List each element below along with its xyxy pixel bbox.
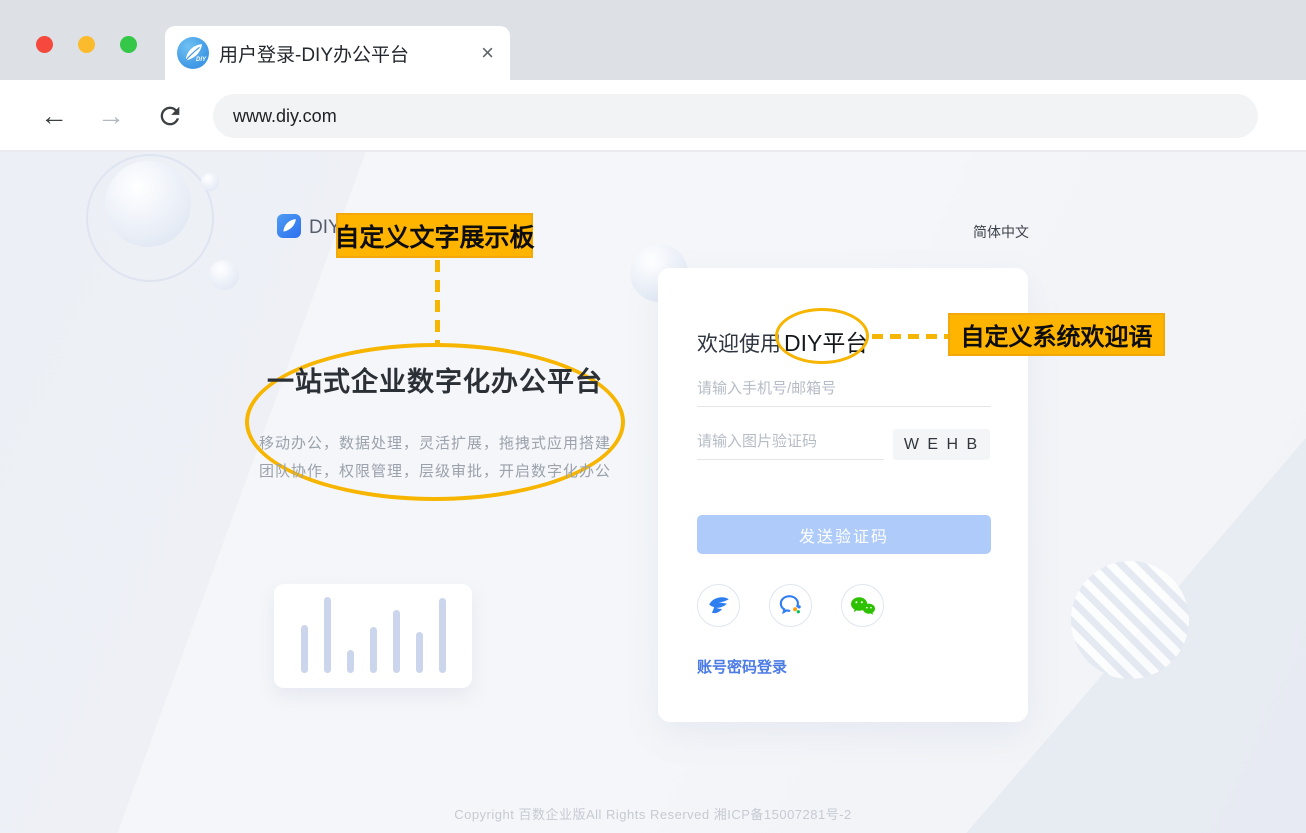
annotation-text-board-label: 自定义文字展示板 [336,213,533,258]
captcha-input[interactable] [697,424,884,460]
browser-toolbar: ← → www.diy.com [0,80,1306,152]
browser-tab[interactable]: DIY 用户登录-DIY办公平台 × [165,26,510,80]
wechat-work-icon [778,593,804,619]
wechat-icon [849,594,876,618]
annotation-welcome-ellipse [775,308,869,364]
site-logo-icon [277,214,301,238]
chart-bar [301,625,308,673]
back-button[interactable]: ← [40,98,68,134]
copyright-footer: Copyright 百数企业版All Rights Reserved 湘ICP备… [0,804,1306,823]
captcha-image[interactable]: W E H B [893,429,990,460]
welcome-prefix: 欢迎使用 [697,328,781,358]
forward-button[interactable]: → [97,98,125,134]
tab-close-icon[interactable]: × [479,42,496,64]
sphere-decoration [105,161,191,247]
chart-bar [324,597,331,673]
wechat-work-login-button[interactable] [769,584,812,627]
annotation-welcome-label: 自定义系统欢迎语 [948,313,1165,356]
maximize-window-button[interactable] [120,36,137,53]
chart-bar [347,650,354,673]
send-code-button[interactable]: 发送验证码 [697,515,991,554]
bar-chart-illustration [274,584,472,688]
tab-favicon-icon: DIY [177,37,209,69]
close-window-button[interactable] [36,36,53,53]
hero-subtitle-line1: 移动办公，数据处理，灵活扩展，拖拽式应用搭建 [225,432,645,453]
tab-title: 用户登录-DIY办公平台 [219,40,479,67]
annotation-dashed-line [435,260,440,344]
social-login-row [697,584,884,627]
chart-bar [370,627,377,673]
login-page: DIY办公平台 简体中文 自定义文字展示板 自定义系统欢迎语 一站式企业数字化办… [0,152,1306,833]
wechat-login-button[interactable] [841,584,884,627]
chart-bar [439,598,446,673]
sphere-decoration [209,260,239,290]
minimize-window-button[interactable] [78,36,95,53]
address-bar[interactable]: www.diy.com [213,94,1258,138]
reload-button[interactable] [156,102,184,135]
annotation-dashed-line [872,334,948,339]
sphere-decoration [201,173,219,191]
browser-titlebar: DIY 用户登录-DIY办公平台 × [0,0,1306,80]
dingtalk-login-button[interactable] [697,584,740,627]
dingtalk-icon [707,594,731,618]
hero-title: 一站式企业数字化办公平台 [245,360,625,399]
striped-circle-decoration [1071,561,1189,679]
language-selector[interactable]: 简体中文 [973,222,1029,242]
hero-subtitle-line2: 团队协作，权限管理，层级审批，开启数字化办公 [225,460,645,481]
chart-bar [393,610,400,673]
chart-bar [416,632,423,673]
phone-email-input[interactable] [697,371,991,407]
password-login-link[interactable]: 账号密码登录 [697,656,787,677]
window-controls [36,36,137,53]
